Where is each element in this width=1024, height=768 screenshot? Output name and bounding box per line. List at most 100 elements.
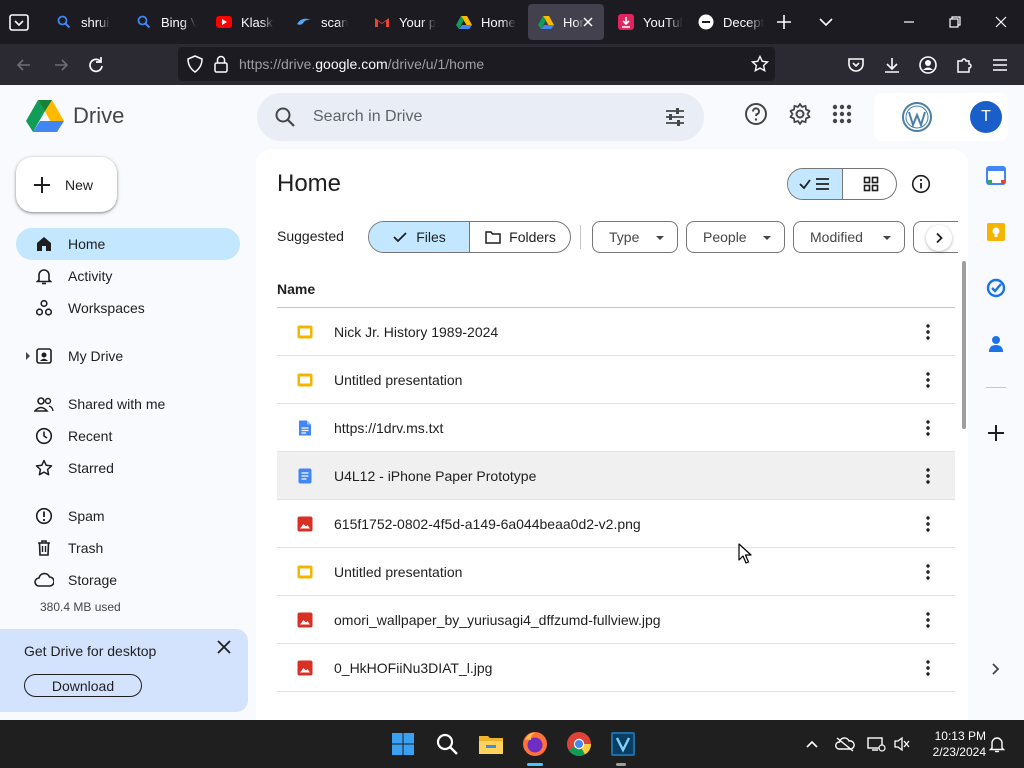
folders-segment-button[interactable]: Folders [470, 222, 570, 252]
browser-tab[interactable]: YouTul [608, 4, 684, 40]
close-window-icon[interactable] [989, 10, 1013, 34]
filter-chip-type[interactable]: Type [592, 221, 678, 253]
more-actions-icon[interactable] [918, 562, 938, 582]
view-toggle [787, 168, 897, 200]
files-segment-button[interactable]: Files [369, 222, 470, 252]
browser-tab[interactable]: Klasky [206, 4, 274, 40]
contacts-icon[interactable] [984, 332, 1008, 356]
browser-tab[interactable]: Decept [688, 4, 764, 40]
avatar[interactable]: T [970, 101, 1002, 133]
sidebar-item-workspaces[interactable]: Workspaces [16, 292, 240, 324]
sidebar-item-trash[interactable]: Trash [16, 532, 240, 564]
account-button[interactable] [916, 53, 940, 77]
address-bar[interactable]: https://drive.google.com/drive/u/1/home [178, 47, 775, 81]
more-actions-icon[interactable] [918, 466, 938, 486]
downloads-button[interactable] [880, 53, 904, 77]
search-input[interactable] [313, 103, 643, 131]
file-row[interactable]: U4L12 - iPhone Paper Prototype [277, 452, 955, 500]
file-row[interactable]: Untitled presentation [277, 548, 955, 596]
sidebar-item-home[interactable]: Home [16, 228, 240, 260]
new-button[interactable]: New [16, 157, 117, 212]
browser-tab-active[interactable]: Hor [528, 4, 604, 40]
vscode-like-app-icon[interactable] [609, 730, 637, 758]
url-text[interactable]: https://drive.google.com/drive/u/1/home [239, 56, 484, 72]
more-actions-icon[interactable] [918, 370, 938, 390]
browser-tab[interactable]: scan [286, 4, 354, 40]
network-icon[interactable] [866, 734, 886, 754]
sidebar-item-my-drive[interactable]: My Drive [16, 340, 240, 372]
sidebar-item-recent[interactable]: Recent [16, 420, 240, 452]
calendar-icon[interactable] [984, 163, 1008, 187]
search-bar[interactable] [257, 93, 704, 141]
app-menu-button[interactable] [988, 53, 1012, 77]
forward-button[interactable] [49, 53, 73, 77]
taskbar-search-icon[interactable] [433, 730, 461, 758]
file-row[interactable]: Untitled presentation [277, 356, 955, 404]
filter-chip-people[interactable]: People [686, 221, 785, 253]
chrome-icon[interactable] [565, 730, 593, 758]
file-explorer-icon[interactable] [477, 730, 505, 758]
new-tab-icon[interactable] [774, 12, 794, 32]
search-options-icon[interactable] [664, 106, 686, 128]
show-hidden-icons-chevron-icon[interactable] [802, 734, 822, 754]
sidebar-item-spam[interactable]: Spam [16, 500, 240, 532]
bookmark-star-icon[interactable] [751, 55, 769, 73]
lock-icon[interactable] [213, 55, 229, 73]
search-icon[interactable] [274, 106, 296, 128]
sidebar-item-shared-with-me[interactable]: Shared with me [16, 388, 240, 420]
firefox-icon[interactable] [521, 730, 549, 758]
drive-logo[interactable]: Drive [26, 99, 124, 133]
settings-gear-icon[interactable] [788, 102, 812, 126]
pocket-button[interactable] [844, 53, 868, 77]
close-icon[interactable] [214, 637, 234, 657]
more-actions-icon[interactable] [918, 658, 938, 678]
notification-bell-icon[interactable] [987, 734, 1007, 754]
wordpress-logo-icon[interactable] [901, 101, 933, 133]
browser-tab[interactable]: Your p [364, 4, 440, 40]
taskbar-clock[interactable]: 10:13 PM 2/23/2024 [920, 728, 986, 760]
more-actions-icon[interactable] [918, 322, 938, 342]
filter-chip-modified[interactable]: Modified [793, 221, 905, 253]
google-apps-grid-icon[interactable] [830, 102, 854, 126]
more-actions-icon[interactable] [918, 610, 938, 630]
list-view-button[interactable] [788, 169, 843, 199]
column-header-name[interactable]: Name [277, 281, 315, 297]
browser-tab[interactable]: Bing V [126, 4, 196, 40]
download-button[interactable]: Download [24, 674, 142, 697]
reload-button[interactable] [84, 53, 108, 77]
tab-overflow-chevron-icon[interactable] [816, 12, 836, 32]
sidebar-item-starred[interactable]: Starred [16, 452, 240, 484]
file-row[interactable]: omori_wallpaper_by_yuriusagi4_dffzumd-fu… [277, 596, 955, 644]
more-actions-icon[interactable] [918, 514, 938, 534]
close-tab-icon[interactable] [580, 14, 596, 30]
sidebar-item-activity[interactable]: Activity [16, 260, 240, 292]
grid-view-button[interactable] [843, 169, 896, 199]
browser-tab[interactable]: shruic [46, 4, 110, 40]
help-icon[interactable] [744, 102, 768, 126]
scroll-chips-right-button[interactable] [926, 225, 952, 251]
more-actions-icon[interactable] [918, 418, 938, 438]
tasks-icon[interactable] [984, 276, 1008, 300]
browser-tab[interactable]: Home [446, 4, 522, 40]
windows-start-icon[interactable] [389, 730, 417, 758]
extensions-button[interactable] [952, 53, 976, 77]
add-icon[interactable] [984, 421, 1008, 445]
expand-panel-chevron-icon[interactable] [984, 657, 1008, 681]
back-button[interactable] [12, 53, 36, 77]
sidebar-item-storage[interactable]: Storage [16, 564, 240, 596]
onedrive-offline-icon[interactable] [835, 734, 855, 754]
list-all-tabs-icon[interactable] [8, 12, 30, 32]
minimize-icon[interactable] [897, 10, 921, 34]
keep-icon[interactable] [984, 220, 1008, 244]
file-row[interactable]: Nick Jr. History 1989-2024 [277, 308, 955, 356]
file-list-scrollbar[interactable] [962, 261, 966, 429]
file-row[interactable]: 615f1752-0802-4f5d-a149-6a044beaa0d2-v2.… [277, 500, 955, 548]
info-icon[interactable] [911, 174, 931, 194]
volume-muted-icon[interactable] [892, 734, 912, 754]
tracking-shield-icon[interactable] [186, 55, 204, 73]
file-row[interactable]: 0_HkHOFiiNu3DIAT_l.jpg [277, 644, 955, 692]
restore-icon[interactable] [943, 10, 967, 34]
file-row[interactable]: https://1drv.ms.txt [277, 404, 955, 452]
file-name: Untitled presentation [334, 564, 463, 580]
checkmark-icon [393, 232, 407, 243]
